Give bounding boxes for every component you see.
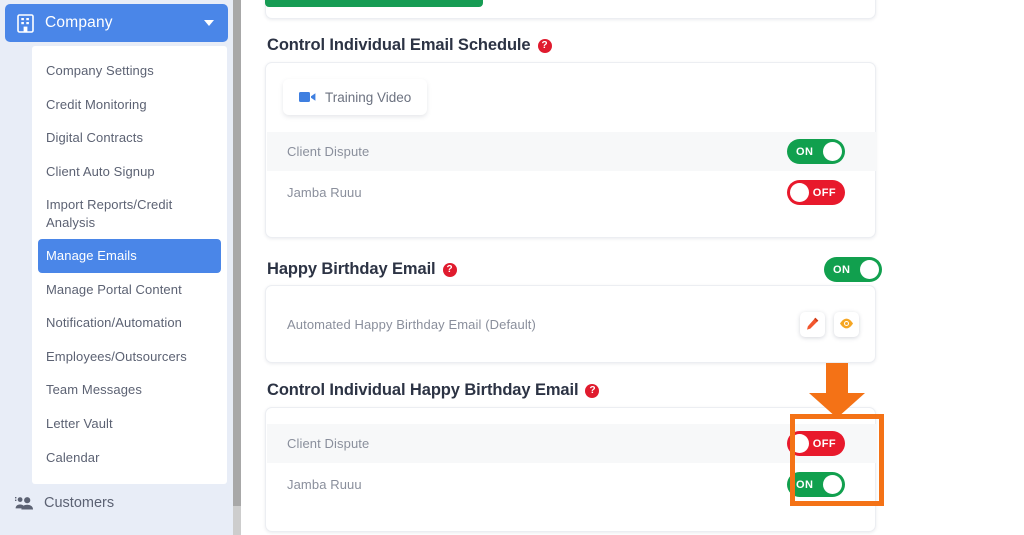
sidebar-item-notification-automation[interactable]: Notification/Automation: [33, 306, 226, 340]
building-icon: [17, 13, 34, 33]
toggle-state-label: OFF: [812, 186, 836, 199]
chevron-down-icon: [204, 20, 214, 26]
sidebar-company-button[interactable]: Company: [5, 4, 228, 42]
sidebar-customers-label: Customers: [44, 495, 115, 511]
toggle-state-label: ON: [796, 145, 814, 158]
toggle-knob: [823, 142, 842, 161]
section-1-title-text: Control Individual Email Schedule: [267, 36, 531, 54]
toggle-knob: [860, 260, 879, 279]
section-title-control-individual-happy-birthday-email: Control Individual Happy Birthday Email …: [267, 381, 600, 400]
email-schedule-row-client-dispute: Client Dispute ON: [267, 132, 876, 171]
section-3-title-text: Control Individual Happy Birthday Email: [267, 381, 579, 399]
birthday-row-client-dispute: Client Dispute OFF: [267, 424, 876, 463]
row-label: Jamba Ruuu: [287, 185, 362, 200]
people-icon: [15, 496, 34, 510]
sidebar-item-import-reports-credit-analysis[interactable]: Import Reports/Credit Analysis: [33, 188, 226, 239]
sidebar-item-customers[interactable]: Customers: [0, 488, 233, 518]
question-mark-icon[interactable]: ?: [442, 262, 457, 277]
training-video-label: Training Video: [325, 89, 412, 105]
question-mark-icon[interactable]: ?: [537, 38, 552, 53]
row-label: Client Dispute: [287, 436, 370, 451]
toggle-state-label: ON: [833, 263, 851, 276]
previous-section-card-clipped: [265, 0, 876, 19]
card-control-individual-email-schedule: Training Video Client Dispute ON Jamba R…: [265, 62, 876, 238]
sidebar-item-calendar[interactable]: Calendar: [33, 441, 226, 475]
row-label: Client Dispute: [287, 144, 370, 159]
sidebar-company-label: Company: [45, 14, 113, 31]
video-camera-icon: [299, 91, 316, 103]
sidebar: Company Company Settings Credit Monitori…: [0, 0, 233, 535]
sidebar-item-manage-emails[interactable]: Manage Emails: [38, 239, 221, 273]
sidebar-item-manage-portal-content[interactable]: Manage Portal Content: [33, 273, 226, 307]
row-label: Jamba Ruuu: [287, 477, 362, 492]
sidebar-item-digital-contracts[interactable]: Digital Contracts: [33, 121, 226, 155]
edit-icon: [806, 317, 819, 333]
sidebar-item-client-auto-signup[interactable]: Client Auto Signup: [33, 155, 226, 189]
sidebar-item-team-messages[interactable]: Team Messages: [33, 373, 226, 407]
toggle-email-schedule-jamba-ruuu[interactable]: OFF: [787, 180, 845, 205]
sidebar-item-company-settings[interactable]: Company Settings: [33, 54, 226, 88]
preview-icon: [839, 317, 854, 333]
happy-birthday-row-default-template: Automated Happy Birthday Email (Default): [267, 305, 876, 344]
preview-default-birthday-email-button[interactable]: [834, 312, 859, 337]
row-label: Automated Happy Birthday Email (Default): [287, 317, 536, 332]
toggle-knob: [790, 183, 809, 202]
clipped-green-button[interactable]: [265, 0, 483, 7]
question-mark-icon[interactable]: ?: [585, 383, 600, 398]
sidebar-item-employees-outsourcers[interactable]: Employees/Outsourcers: [33, 340, 226, 374]
sidebar-item-credit-monitoring[interactable]: Credit Monitoring: [33, 88, 226, 122]
down-arrow-annotation: [805, 363, 869, 419]
section-title-control-individual-email-schedule: Control Individual Email Schedule ?: [267, 36, 552, 55]
card-control-individual-happy-birthday-email: Client Dispute OFF Jamba Ruuu ON: [265, 407, 876, 532]
section-2-title-text: Happy Birthday Email: [267, 260, 436, 278]
training-video-button[interactable]: Training Video: [283, 79, 428, 115]
company-submenu: Company Settings Credit Monitoring Digit…: [32, 46, 227, 485]
app-window: Company Company Settings Credit Monitori…: [0, 0, 1024, 535]
sidebar-item-letter-vault[interactable]: Letter Vault: [33, 407, 226, 441]
email-schedule-row-jamba-ruuu: Jamba Ruuu OFF: [267, 173, 876, 212]
toggle-happy-birthday-email-master[interactable]: ON: [824, 257, 882, 282]
toggle-email-schedule-client-dispute[interactable]: ON: [787, 139, 845, 164]
section-title-happy-birthday-email: Happy Birthday Email ?: [267, 260, 457, 279]
birthday-row-jamba-ruuu: Jamba Ruuu ON: [267, 465, 876, 504]
main-content: Control Individual Email Schedule ? Trai…: [241, 0, 1024, 535]
card-happy-birthday-email: Automated Happy Birthday Email (Default): [265, 285, 876, 363]
edit-default-birthday-email-button[interactable]: [800, 312, 825, 337]
page-scrollbar-thumb[interactable]: [233, 0, 241, 506]
highlight-box-annotation: [790, 414, 884, 506]
